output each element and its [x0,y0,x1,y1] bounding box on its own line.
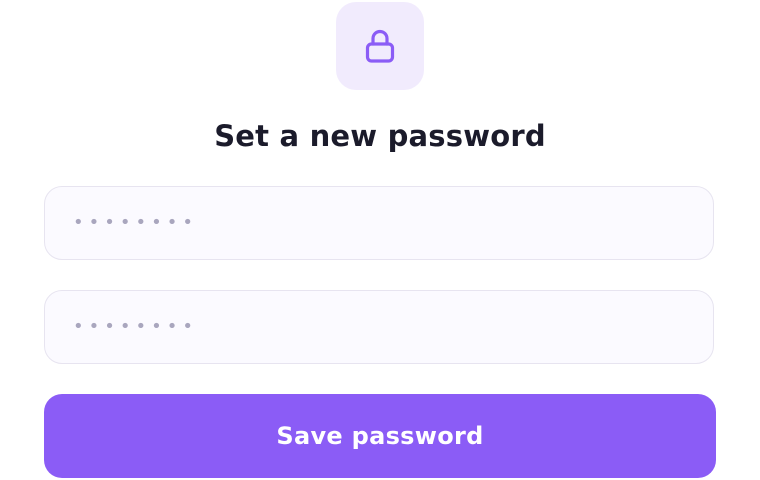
save-password-button[interactable]: Save password [44,394,716,478]
confirm-password-masked-value: •••••••• [73,316,198,337]
page-title: Set a new password [214,119,546,153]
lock-icon [365,29,395,63]
confirm-password-field[interactable]: •••••••• [44,290,714,364]
new-password-masked-value: •••••••• [73,212,198,233]
lock-icon-tile [336,2,424,90]
reset-password-page: Set a new password •••••••• •••••••• Sav… [0,0,760,480]
new-password-field[interactable]: •••••••• [44,186,714,260]
